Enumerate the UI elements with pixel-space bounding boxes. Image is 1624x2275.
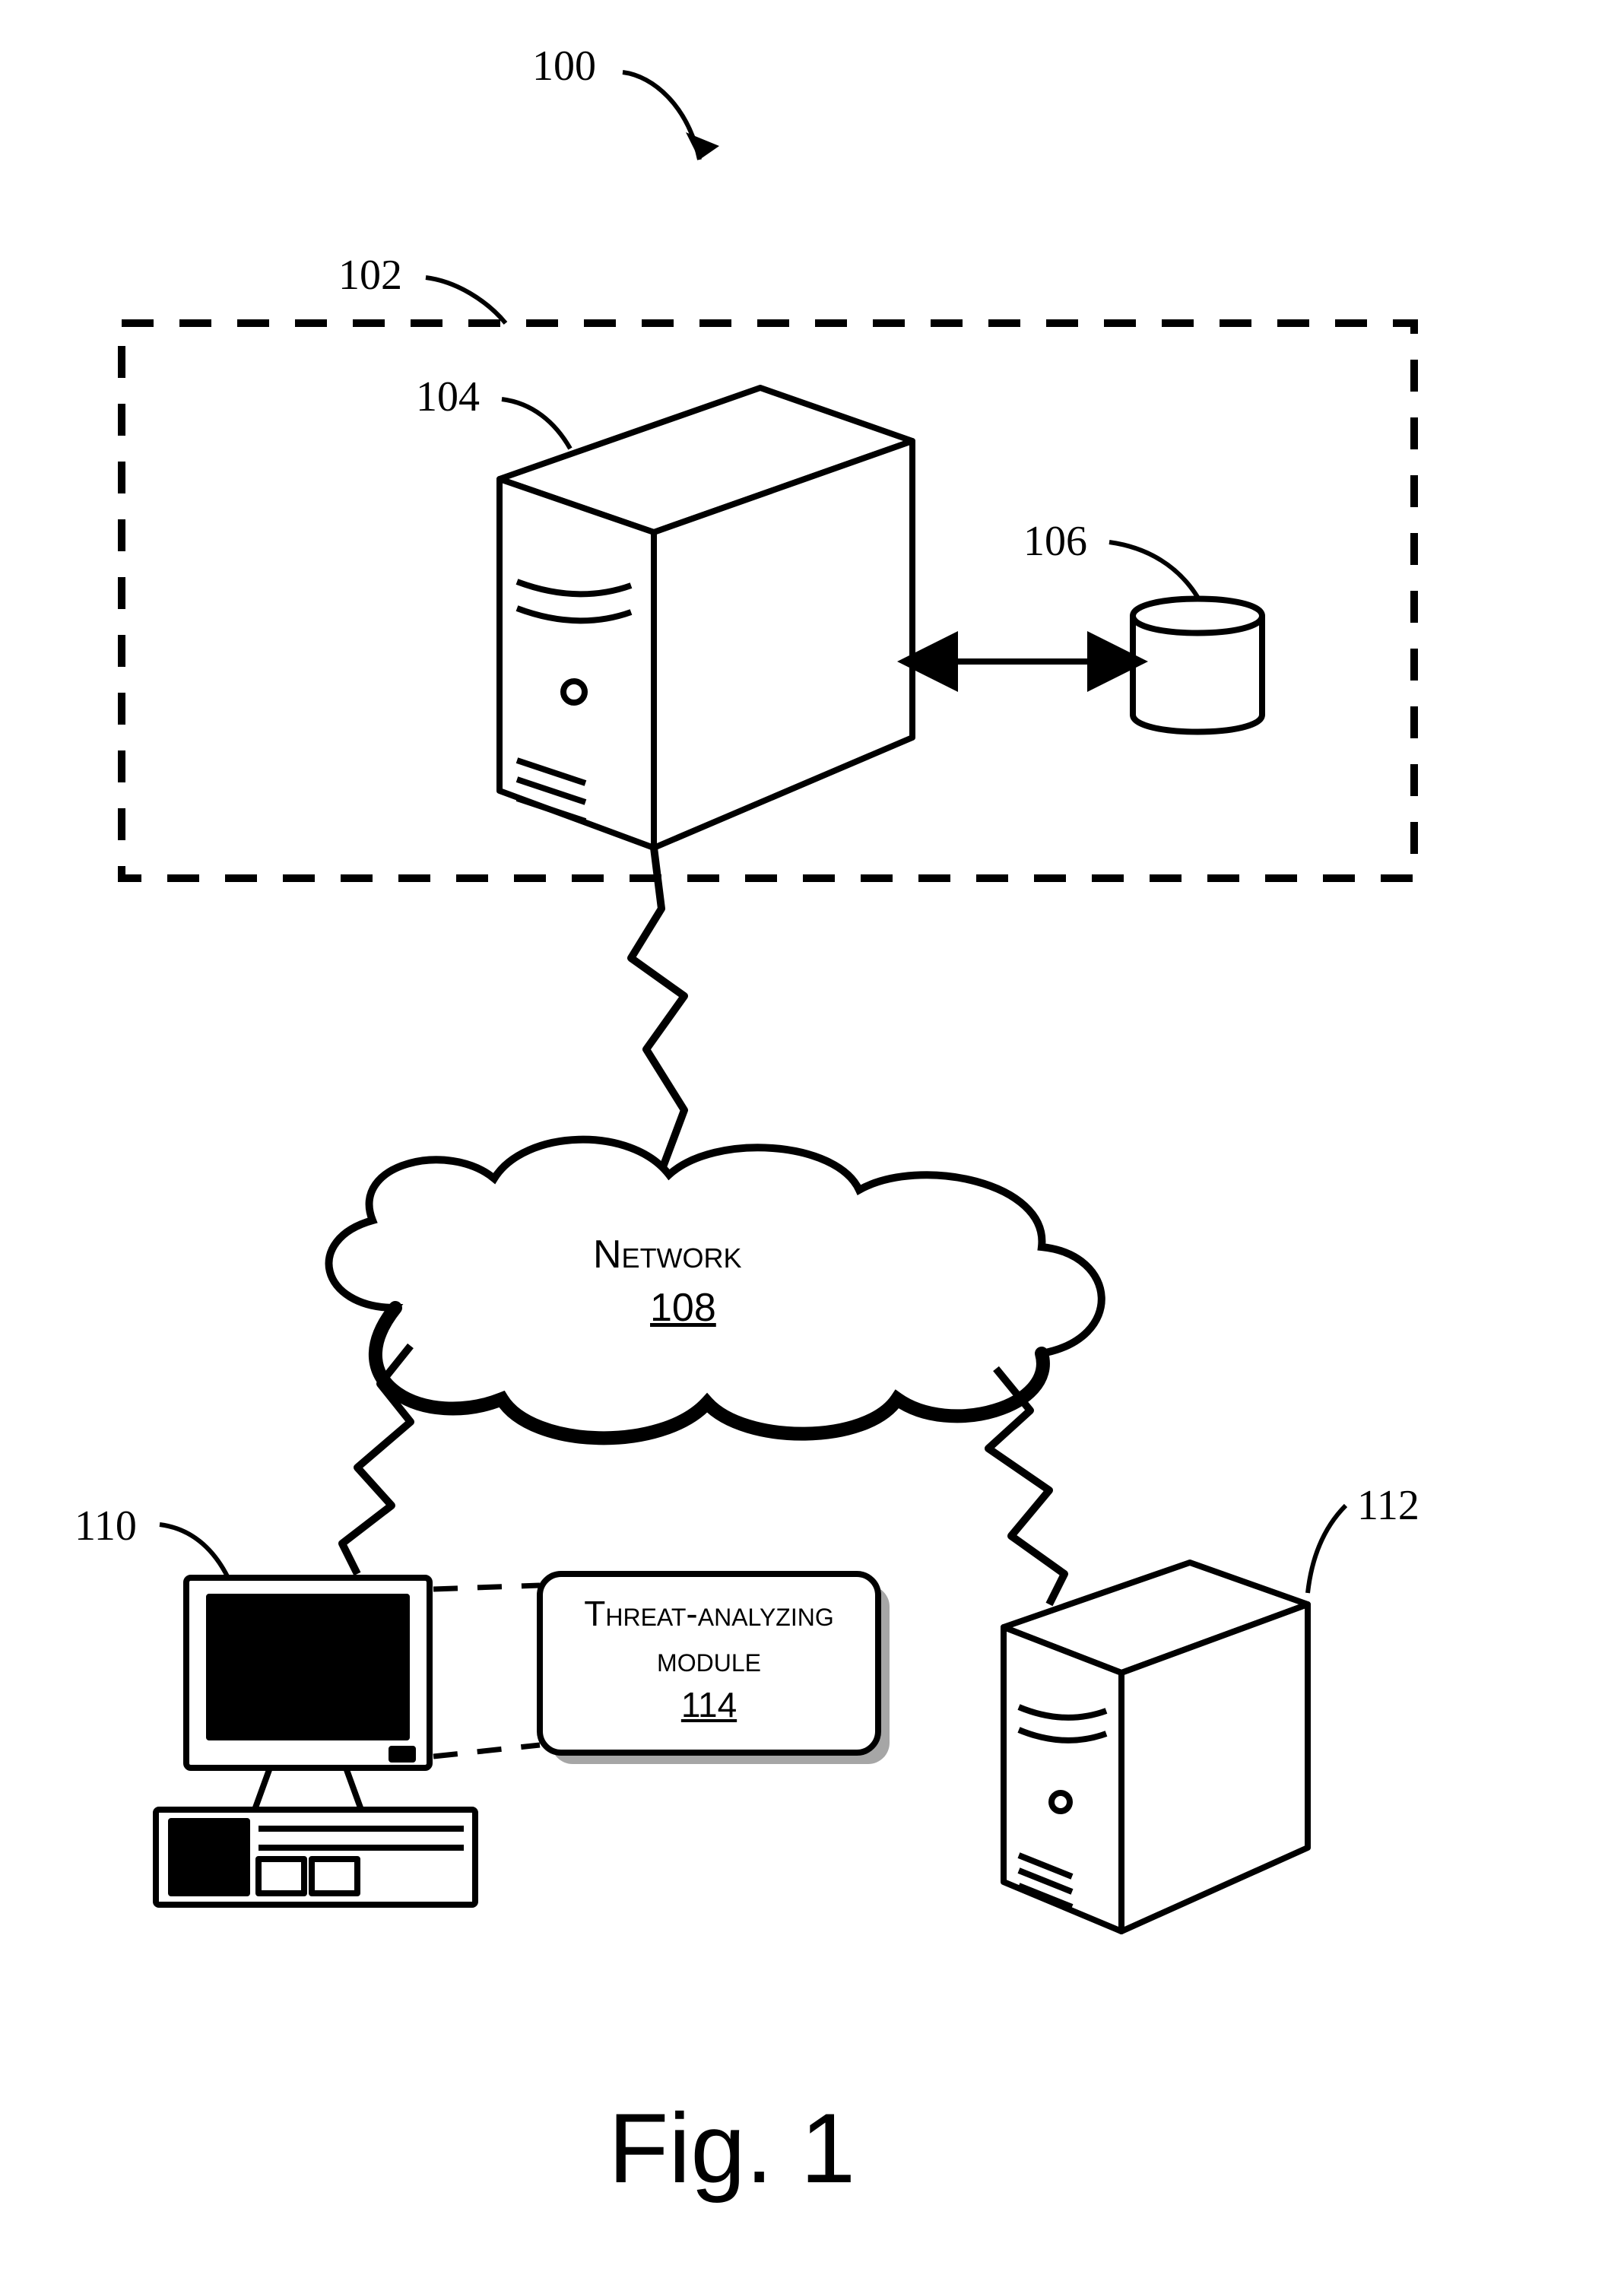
ref-110-text: 110	[75, 1502, 137, 1550]
database-106	[1133, 599, 1262, 732]
network-ref: 108	[650, 1285, 716, 1331]
link-server-network	[631, 848, 684, 1171]
ref-112-leader	[1308, 1506, 1346, 1593]
client-110	[156, 1578, 475, 1905]
client-module-callout-lines	[433, 1585, 540, 1756]
module-ref: 114	[555, 1684, 863, 1725]
ref-104-leader	[502, 399, 570, 449]
network-label: Network	[593, 1232, 742, 1277]
ref-106-text: 106	[1023, 517, 1087, 566]
diagram-svg	[0, 0, 1624, 2275]
server-112	[1004, 1563, 1308, 1931]
ref-110-leader	[160, 1525, 228, 1578]
diagram-stage: 100 102 104 106 Network 108 110 112 Thre…	[0, 0, 1624, 2275]
module-label-line1: Threat-analyzing	[555, 1593, 863, 1634]
server-104	[500, 388, 912, 848]
module-label-line2: module	[555, 1639, 863, 1680]
ref-102-text: 102	[338, 251, 402, 300]
ref-106-leader	[1109, 542, 1197, 597]
figure-caption: Fig. 1	[608, 2091, 855, 2205]
ref-112-text: 112	[1357, 1481, 1419, 1530]
ref-102-leader	[426, 278, 506, 323]
ref-100-text: 100	[532, 42, 596, 90]
ref-100-leader	[623, 72, 719, 160]
ref-104-text: 104	[416, 373, 480, 421]
